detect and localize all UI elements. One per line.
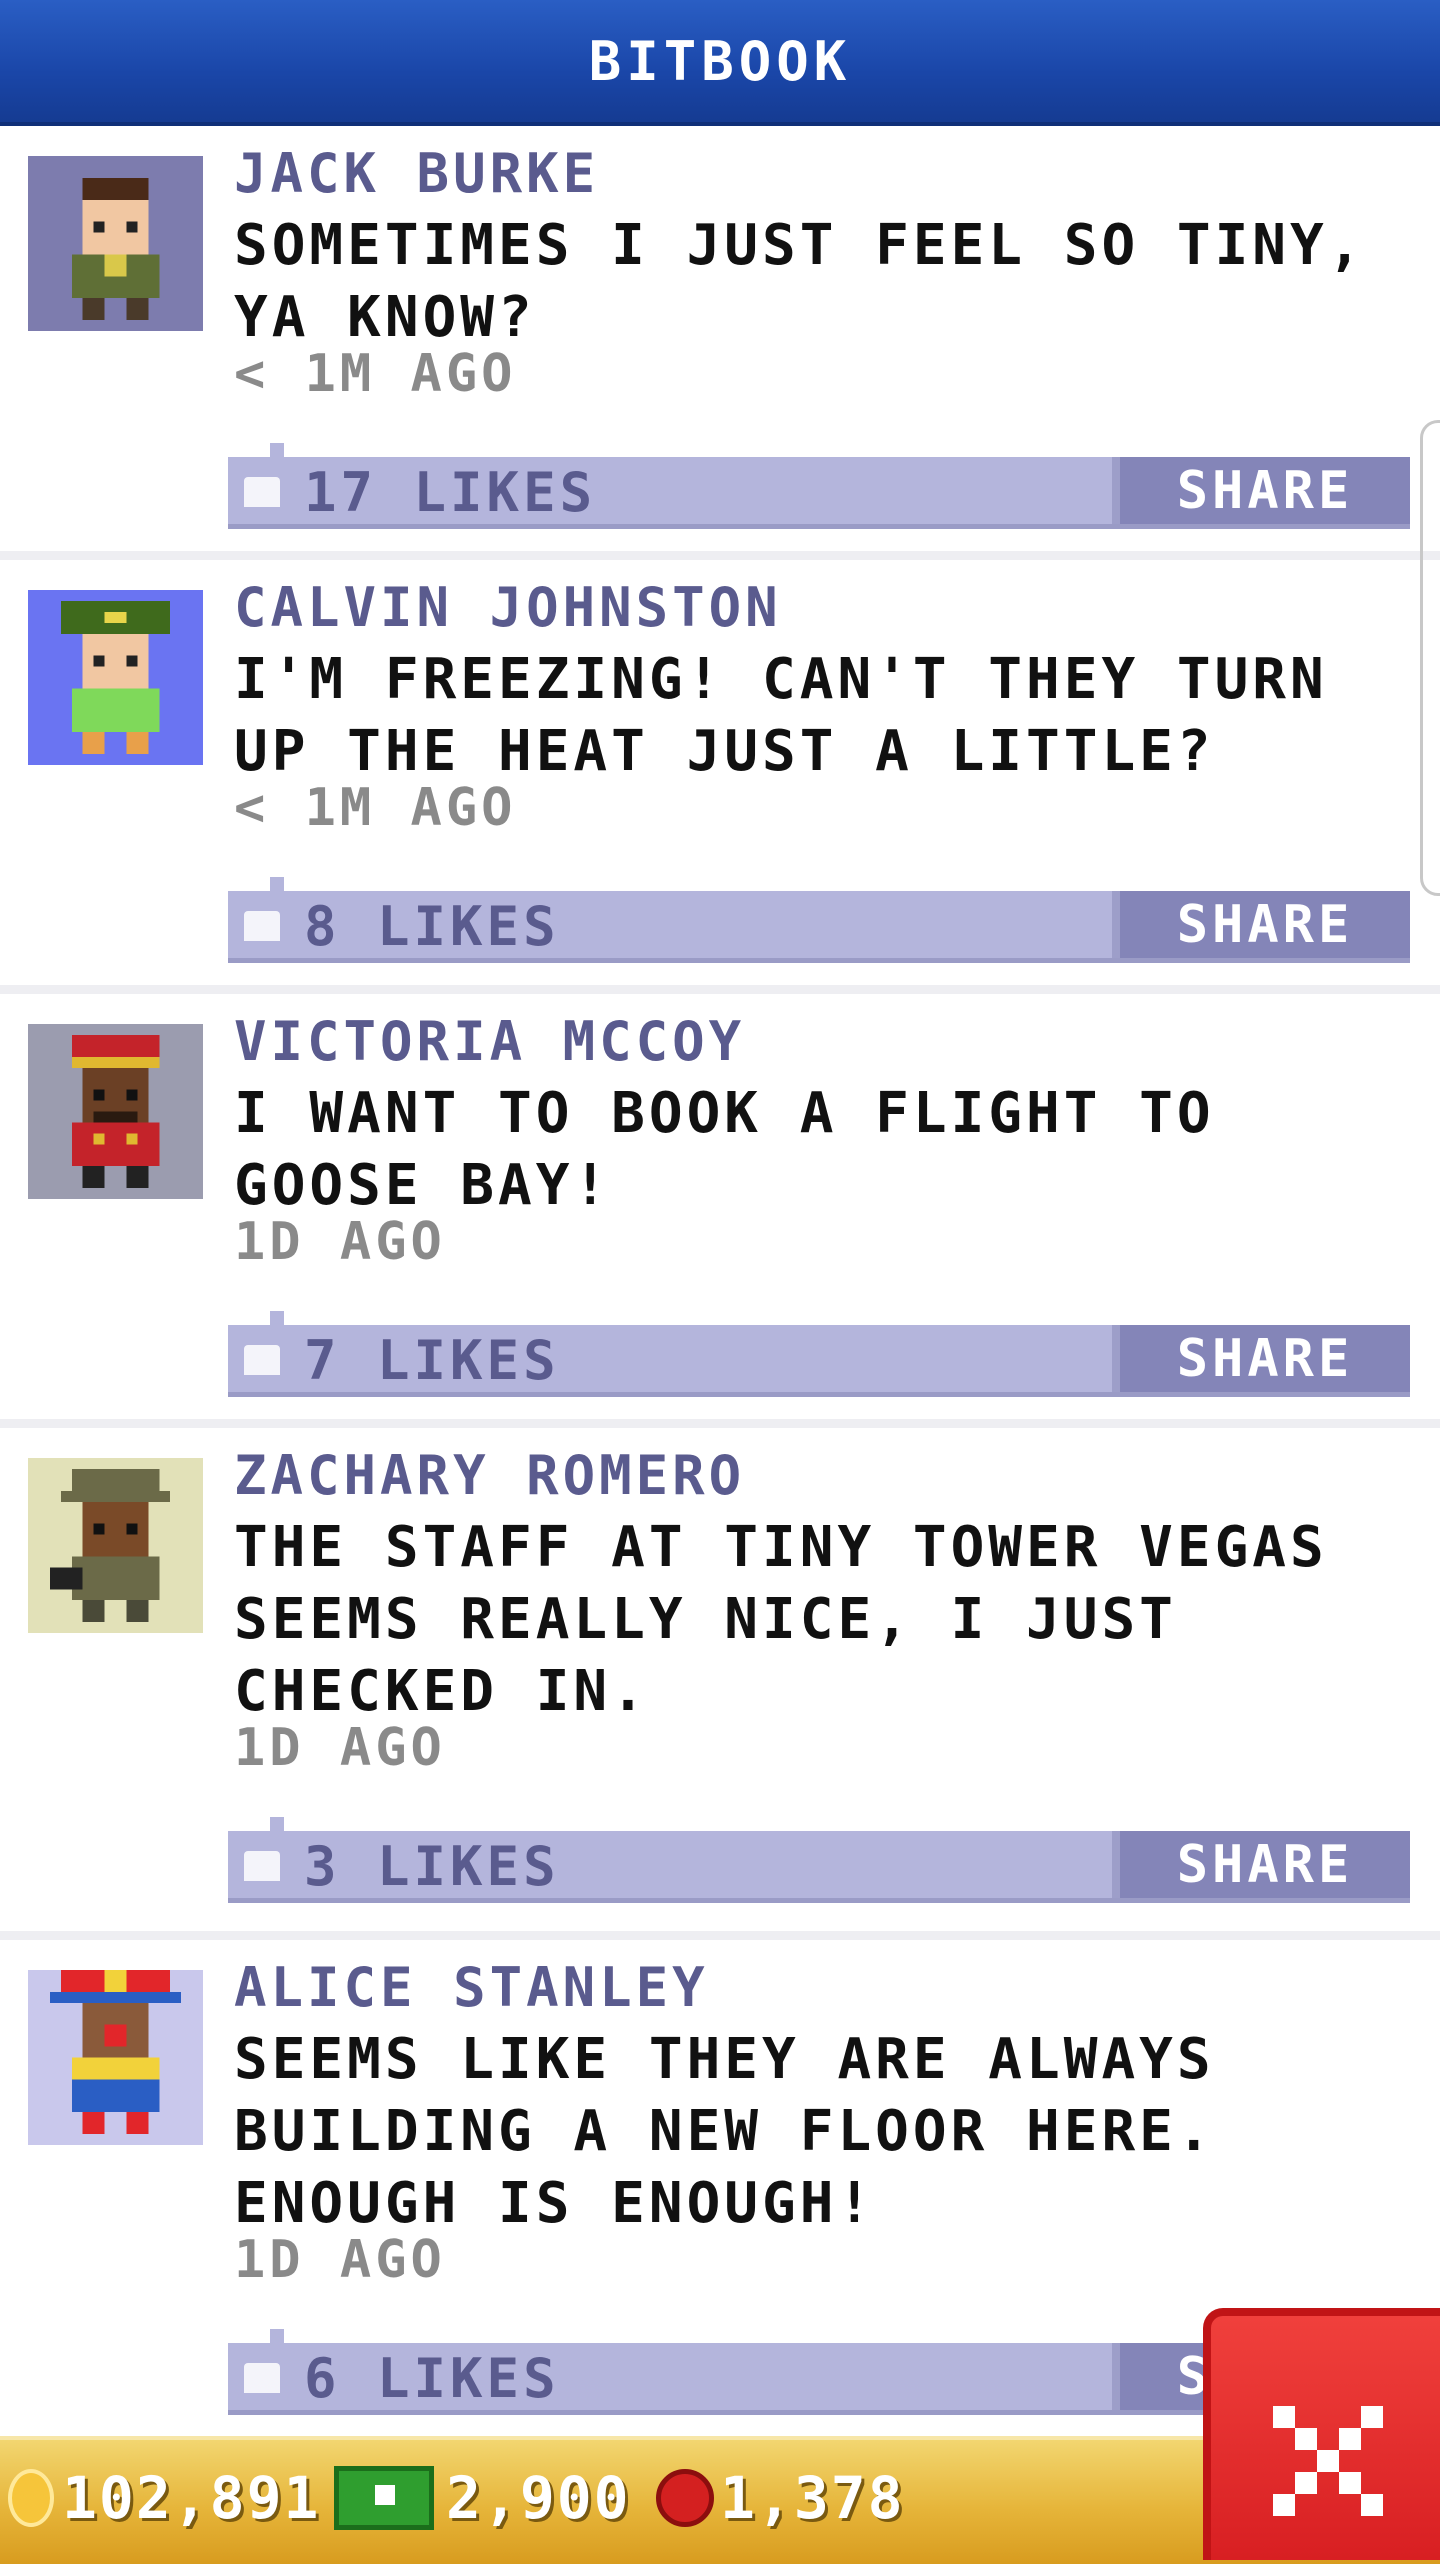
like-icon[interactable] xyxy=(244,2363,280,2393)
like-icon[interactable] xyxy=(244,1851,280,1881)
bux-icon xyxy=(334,2466,434,2530)
page-title: BITBOOK xyxy=(588,29,852,93)
avatar[interactable] xyxy=(28,1458,203,1633)
app-header: BITBOOK xyxy=(0,0,1440,126)
likes-count: 6 LIKES xyxy=(304,2347,560,2410)
post-text: SOMETIMES I JUST FEEL SO TINY, YA KNOW? xyxy=(234,213,1366,350)
close-icon xyxy=(1273,2406,1383,2516)
likes-bar: 3 LIKES SHARE xyxy=(228,1817,1410,1903)
post-text: THE STAFF AT TINY TOWER VEGAS SEEMS REAL… xyxy=(234,1515,1328,1724)
coins-counter: 102,891 xyxy=(8,2464,320,2532)
post-timestamp: < 1M AGO xyxy=(234,778,517,838)
like-icon[interactable] xyxy=(244,477,280,507)
post-text: I WANT TO BOOK A FLIGHT TO GOOSE BAY! xyxy=(234,1081,1215,1218)
post-text: SEEMS LIKE THEY ARE ALWAYS BUILDING A NE… xyxy=(234,2027,1215,2236)
gems-counter: 1,378 xyxy=(656,2464,905,2532)
scrollbar[interactable] xyxy=(1420,420,1440,896)
post-author: CALVIN JOHNSTON xyxy=(234,576,782,639)
like-icon[interactable] xyxy=(244,1345,280,1375)
post-timestamp: 1D AGO xyxy=(234,1718,446,1778)
coin-icon xyxy=(8,2469,54,2527)
share-button[interactable]: SHARE xyxy=(1112,1325,1410,1392)
post-item: ZACHARY ROMERO THE STAFF AT TINY TOWER V… xyxy=(0,1428,1440,1940)
avatar[interactable] xyxy=(28,590,203,765)
post-author: ALICE STANLEY xyxy=(234,1956,709,2019)
likes-bar: 7 LIKES SHARE xyxy=(228,1311,1410,1397)
post-item: VICTORIA MCCOY I WANT TO BOOK A FLIGHT T… xyxy=(0,994,1440,1428)
likes-pointer xyxy=(270,1311,284,1325)
post-author: JACK BURKE xyxy=(234,142,600,205)
avatar[interactable] xyxy=(28,1024,203,1199)
post-timestamp: < 1M AGO xyxy=(234,344,517,404)
bux-value: 2,900 xyxy=(446,2464,631,2532)
post-feed[interactable]: JACK BURKE SOMETIMES I JUST FEEL SO TINY… xyxy=(0,126,1440,2452)
post-author: ZACHARY ROMERO xyxy=(234,1444,746,1507)
likes-count: 3 LIKES xyxy=(304,1835,560,1898)
post-timestamp: 1D AGO xyxy=(234,2230,446,2290)
gem-icon xyxy=(656,2469,714,2527)
post-author: VICTORIA MCCOY xyxy=(234,1010,746,1073)
likes-pointer xyxy=(270,2329,284,2343)
share-button[interactable]: SHARE xyxy=(1112,1831,1410,1898)
post-text: I'M FREEZING! CAN'T THEY TURN UP THE HEA… xyxy=(234,647,1328,784)
close-button[interactable] xyxy=(1203,2308,1440,2560)
likes-count: 7 LIKES xyxy=(304,1329,560,1392)
likes-pointer xyxy=(270,443,284,457)
share-button[interactable]: SHARE xyxy=(1112,457,1410,524)
likes-count: 17 LIKES xyxy=(304,461,597,524)
likes-pointer xyxy=(270,877,284,891)
share-button[interactable]: SHARE xyxy=(1112,891,1410,958)
bux-counter: 2,900 xyxy=(334,2464,631,2532)
gems-value: 1,378 xyxy=(720,2464,905,2532)
post-timestamp: 1D AGO xyxy=(234,1212,446,1272)
like-icon[interactable] xyxy=(244,911,280,941)
avatar[interactable] xyxy=(28,1970,203,2145)
avatar[interactable] xyxy=(28,156,203,331)
likes-pointer xyxy=(270,1817,284,1831)
likes-count: 8 LIKES xyxy=(304,895,560,958)
likes-bar: 8 LIKES SHARE xyxy=(228,877,1410,963)
post-item: CALVIN JOHNSTON I'M FREEZING! CAN'T THEY… xyxy=(0,560,1440,994)
likes-bar: 17 LIKES SHARE xyxy=(228,443,1410,529)
post-item: JACK BURKE SOMETIMES I JUST FEEL SO TINY… xyxy=(0,126,1440,560)
coins-value: 102,891 xyxy=(62,2464,321,2532)
